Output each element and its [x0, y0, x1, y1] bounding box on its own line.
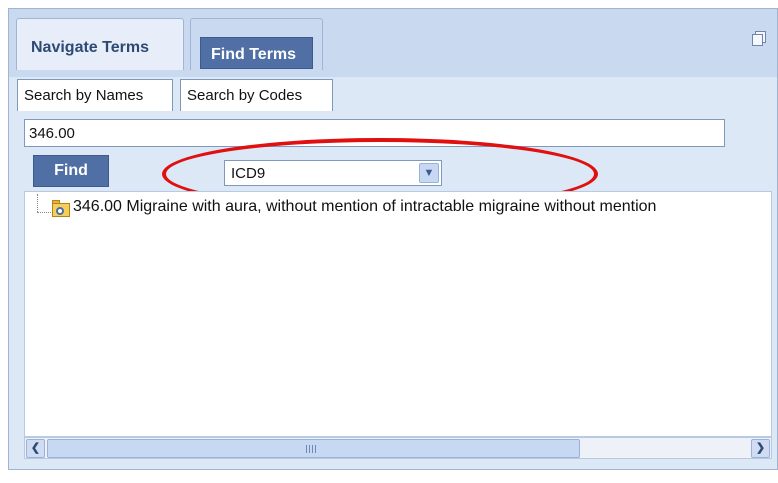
tab-find-terms-button[interactable]: Find Terms: [200, 37, 313, 69]
results-tree: 346.00 Migraine with aura, without menti…: [24, 191, 772, 437]
subtab-search-by-codes[interactable]: Search by Codes: [180, 79, 333, 111]
tab-navigate-terms-label: Navigate Terms: [31, 39, 149, 56]
tree-item-label[interactable]: 346.00 Migraine with aura, without menti…: [73, 198, 656, 216]
subtab-search-by-names-label: Search by Names: [24, 87, 144, 104]
code-search-input[interactable]: [24, 119, 725, 147]
tab-find-terms-label: Find Terms: [211, 46, 297, 63]
horizontal-scrollbar[interactable]: ❮ ❯: [24, 437, 772, 459]
scrollbar-thumb[interactable]: [47, 439, 580, 458]
find-button[interactable]: Find: [33, 155, 109, 187]
arrow-right-icon[interactable]: ❯: [751, 439, 770, 458]
tree-connector-vertical: [37, 194, 38, 212]
folder-search-icon: [52, 200, 70, 218]
tab-strip: Navigate Terms Find Terms: [9, 9, 777, 77]
tab-navigate-terms[interactable]: Navigate Terms: [16, 18, 184, 70]
grip-icon: [306, 445, 318, 453]
code-system-value: ICD9: [231, 165, 266, 182]
chevron-down-icon[interactable]: ▼: [419, 163, 439, 183]
subtab-search-by-names[interactable]: Search by Names: [17, 79, 173, 111]
tab-find-terms[interactable]: Find Terms: [190, 18, 323, 70]
subtab-search-by-codes-label: Search by Codes: [187, 87, 303, 104]
code-system-select[interactable]: ICD9 ▼: [224, 160, 442, 186]
tree-connector-horizontal: [37, 212, 51, 213]
window-restore-icon[interactable]: [752, 31, 767, 47]
arrow-left-icon[interactable]: ❮: [26, 439, 45, 458]
